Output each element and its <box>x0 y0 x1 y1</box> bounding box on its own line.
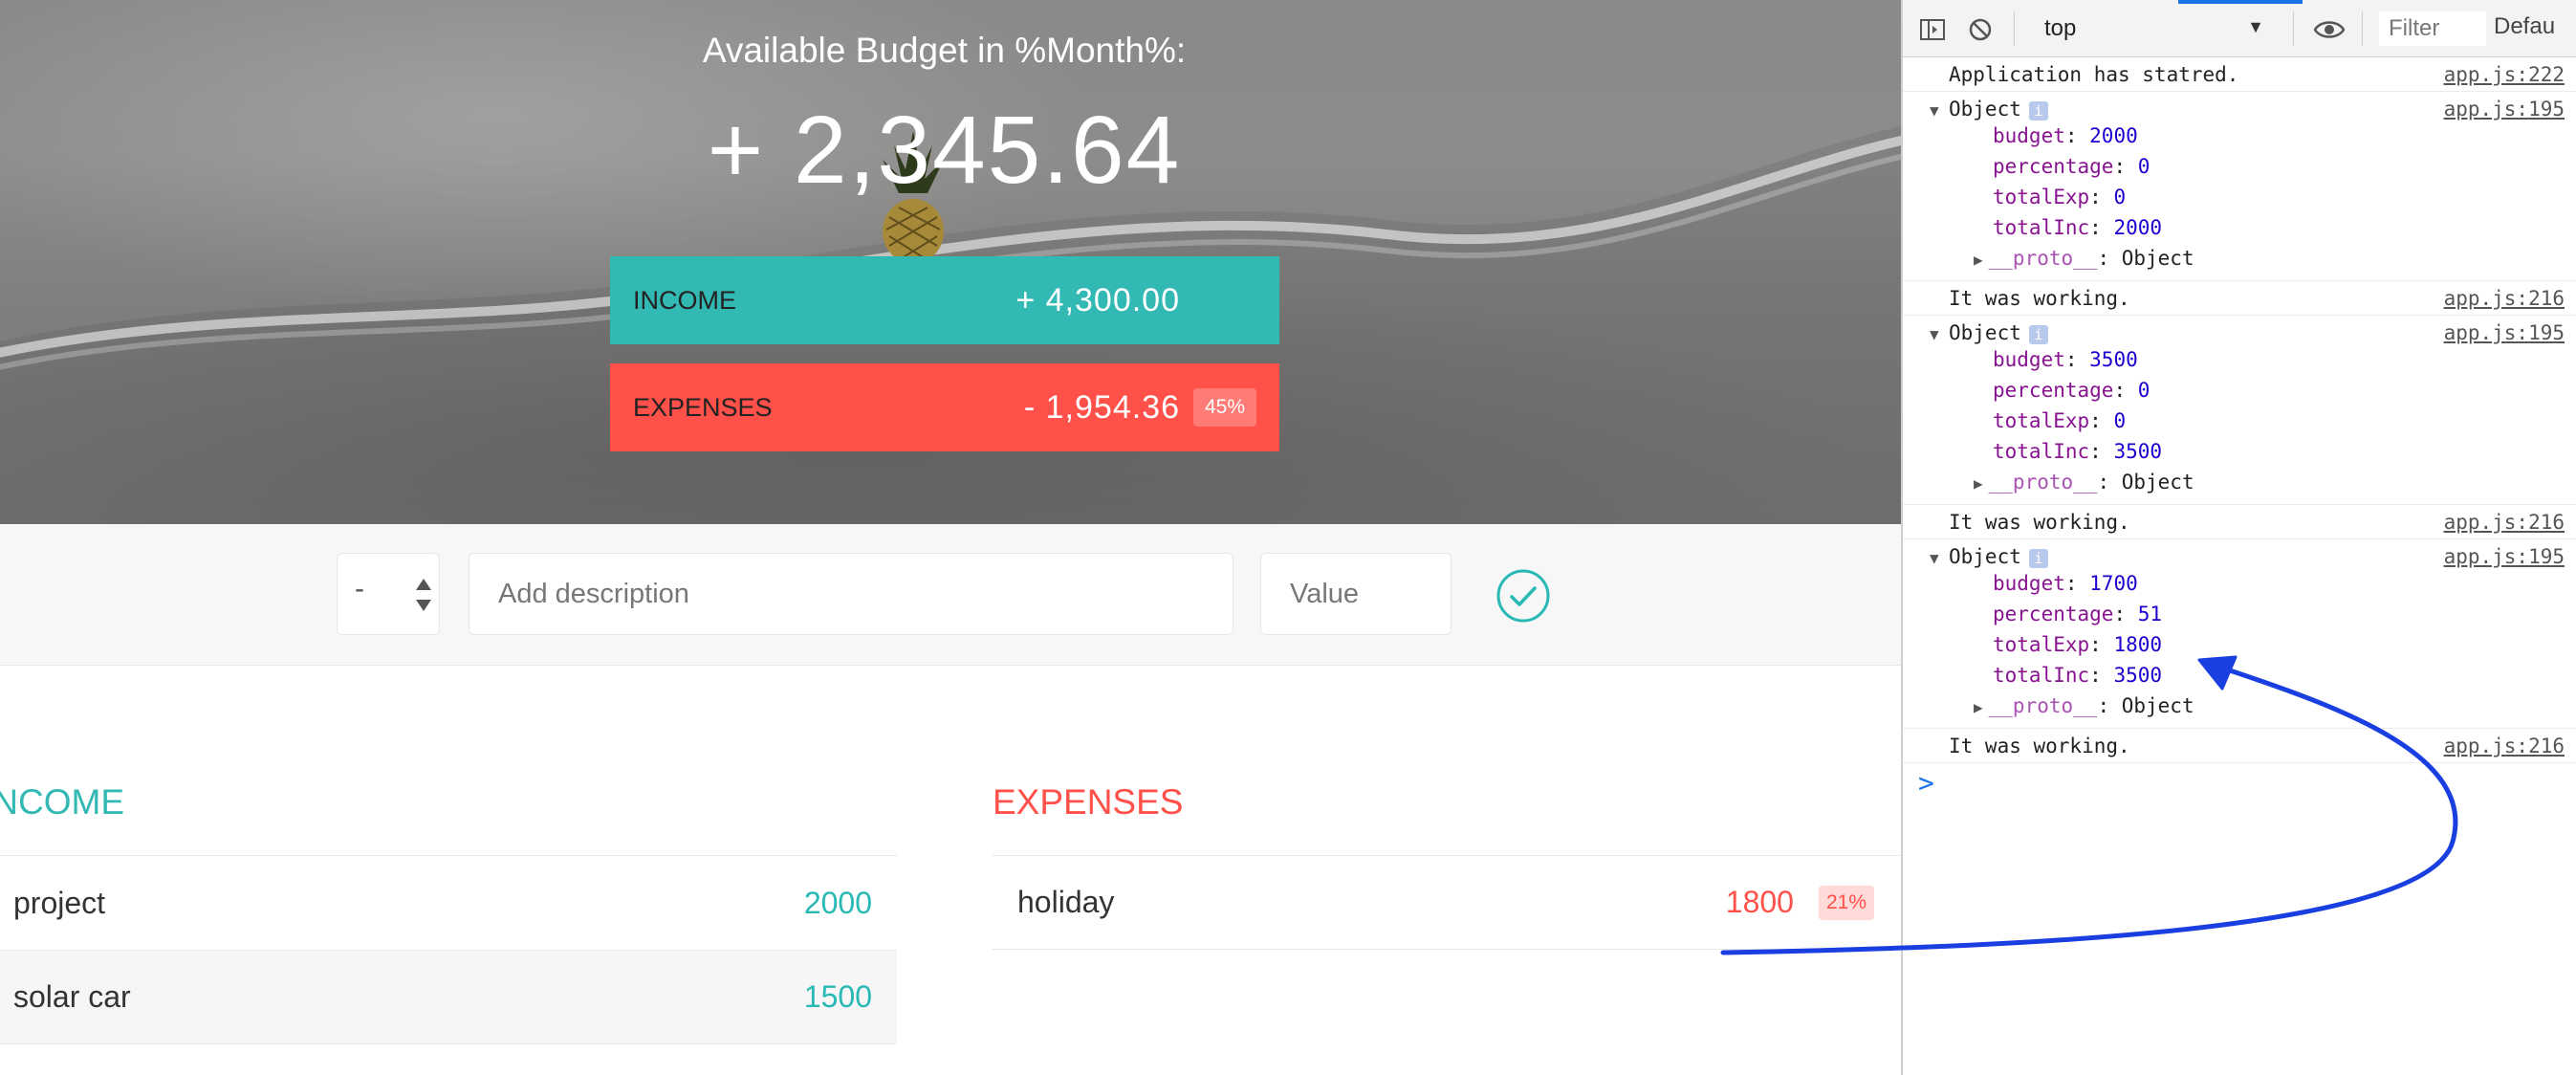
info-icon: i <box>2028 101 2048 121</box>
expense-item-description: holiday <box>1017 885 1115 919</box>
object-proto[interactable]: ▶ __proto__: Object <box>1949 467 2576 499</box>
clear-console-icon[interactable] <box>1966 15 1995 44</box>
console-message: Application has statred. app.js:222 <box>1903 57 2576 92</box>
object-property: budget: 2000 <box>1993 124 2138 147</box>
collapsed-triangle-icon: ▶ <box>1974 251 1983 269</box>
budget-app: Available Budget in %Month%: + 2,345.64 … <box>0 0 1901 1075</box>
object-property: totalExp: 0 <box>1993 186 2127 208</box>
source-link[interactable]: app.js:216 <box>2444 287 2565 310</box>
filter-input[interactable]: Filter <box>2379 11 2486 46</box>
console-message-text: It was working. <box>1949 287 2130 310</box>
source-link[interactable]: app.js:216 <box>2444 735 2565 757</box>
object-property: budget: 3500 <box>1993 348 2138 371</box>
source-link[interactable]: app.js:195 <box>2444 545 2565 568</box>
eye-icon[interactable] <box>2312 15 2347 44</box>
active-tab-indicator <box>2178 0 2303 4</box>
value-input[interactable] <box>1260 553 1452 635</box>
income-item-value: 2000 <box>803 885 872 920</box>
income-summary: Income + 4,300.00 <box>610 256 1279 344</box>
income-list-title: Income <box>0 782 124 822</box>
object-label: Object <box>1949 545 2021 568</box>
object-label: Object <box>1949 98 2021 121</box>
income-summary-value: + 4,300.00 <box>1015 281 1180 318</box>
console-output: Application has statred. app.js:222 ▼ Obj… <box>1903 57 2576 799</box>
object-property: totalInc: 3500 <box>1993 440 2163 463</box>
expenses-summary-label: Expenses <box>633 392 773 422</box>
object-label: Object <box>1949 321 2021 344</box>
expand-triangle-icon: ▼ <box>1930 549 1939 567</box>
budget-title: Available Budget in %Month%: <box>702 31 1187 70</box>
add-item-button[interactable] <box>1495 568 1551 624</box>
expenses-list-title: Expenses <box>993 782 1184 822</box>
income-item[interactable]: solar car 1500 <box>0 950 897 1044</box>
source-link[interactable]: app.js:195 <box>2444 98 2565 121</box>
info-icon: i <box>2028 549 2048 568</box>
income-item-description: project <box>13 885 106 920</box>
object-proto[interactable]: ▶ __proto__: Object <box>1949 243 2576 275</box>
object-property: totalInc: 3500 <box>1993 664 2163 687</box>
source-link[interactable]: app.js:222 <box>2444 63 2565 86</box>
console-toolbar: top ▼ Filter Defau <box>1903 0 2576 57</box>
expand-triangle-icon: ▼ <box>1930 325 1939 343</box>
income-item[interactable]: project 2000 <box>0 855 897 950</box>
dropdown-caret-icon: ▼ <box>2247 17 2264 36</box>
context-selector-value: top <box>2044 15 2077 41</box>
source-link[interactable]: app.js:216 <box>2444 511 2565 534</box>
checkmark-icon <box>1510 586 1537 606</box>
devtools-panel: top ▼ Filter Defau Application has statr… <box>1901 0 2576 1075</box>
console-message: It was working. app.js:216 <box>1903 505 2576 539</box>
console-message-text: Application has statred. <box>1949 63 2239 86</box>
expense-item[interactable]: holiday 1800 21% <box>993 855 1901 950</box>
console-message-text: It was working. <box>1949 511 2130 534</box>
sidebar-toggle-icon[interactable] <box>1918 15 1947 44</box>
income-item-description: solar car <box>13 979 131 1014</box>
object-property: budget: 1700 <box>1993 572 2138 595</box>
console-object: ▼ Object i budget: 3500 percentage: 0 tota… <box>1903 316 2576 505</box>
select-arrows-icon <box>416 579 431 611</box>
toolbar-divider <box>2014 11 2015 46</box>
console-object: ▼ Object i budget: 2000 percentage: 0 tota… <box>1903 92 2576 281</box>
income-list: project 2000 solar car 1500 <box>0 855 897 1044</box>
console-prompt[interactable]: > <box>1903 763 2576 799</box>
console-object: ▼ Object i budget: 1700 percentage: 51 tot… <box>1903 539 2576 729</box>
toolbar-divider <box>2362 11 2363 46</box>
income-summary-label: Income <box>633 285 736 315</box>
expenses-percentage-badge: 45% <box>1193 388 1256 427</box>
expense-item-percentage: 21% <box>1818 885 1874 920</box>
budget-header: Available Budget in %Month%: + 2,345.64 … <box>0 0 1901 524</box>
source-link[interactable]: app.js:195 <box>2444 321 2565 344</box>
budget-value: + 2,345.64 <box>707 97 1182 204</box>
income-item-value: 1500 <box>803 979 872 1014</box>
type-select-value: - <box>355 573 364 604</box>
console-message: It was working. app.js:216 <box>1903 729 2576 763</box>
object-property: percentage: 51 <box>1993 603 2163 625</box>
expense-item-value: 1800 <box>1725 885 1794 919</box>
context-selector[interactable]: top ▼ <box>2029 10 2278 48</box>
log-levels-dropdown[interactable]: Defau <box>2494 13 2555 40</box>
object-property: totalExp: 1800 <box>1993 633 2163 656</box>
console-message-text: It was working. <box>1949 735 2130 757</box>
add-item-panel: - <box>0 524 1901 666</box>
console-message: It was working. app.js:216 <box>1903 281 2576 316</box>
collapsed-triangle-icon: ▶ <box>1974 698 1983 716</box>
expenses-list: holiday 1800 21% <box>993 855 1901 950</box>
collapsed-triangle-icon: ▶ <box>1974 474 1983 493</box>
object-property: percentage: 0 <box>1993 379 2150 402</box>
object-property: totalInc: 2000 <box>1993 216 2163 239</box>
object-proto[interactable]: ▶ __proto__: Object <box>1949 691 2576 723</box>
info-icon: i <box>2028 325 2048 344</box>
object-property: totalExp: 0 <box>1993 409 2127 432</box>
expenses-summary-value: - 1,954.36 <box>1023 388 1180 426</box>
description-input[interactable] <box>469 553 1233 635</box>
expand-triangle-icon: ▼ <box>1930 101 1939 120</box>
expenses-summary: Expenses - 1,954.36 45% <box>610 363 1279 451</box>
type-select[interactable]: - <box>337 553 440 635</box>
toolbar-divider <box>2293 11 2294 46</box>
object-property: percentage: 0 <box>1993 155 2150 178</box>
